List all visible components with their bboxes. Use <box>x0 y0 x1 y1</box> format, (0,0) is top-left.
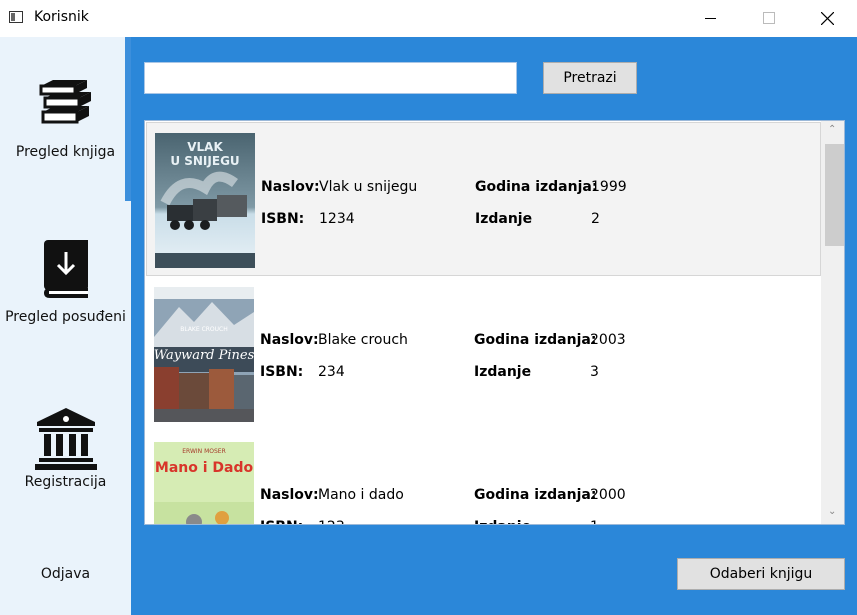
list-item[interactable]: BLAKE CROUCH Wayward Pines Naslov: Blake… <box>146 277 821 431</box>
year-value: 1999 <box>591 179 627 195</box>
sidebar-item-label: Registracija <box>24 474 107 490</box>
scrollbar-thumb[interactable] <box>825 144 844 246</box>
vertical-scrollbar[interactable]: ⌃ ⌄ <box>821 121 844 524</box>
book-cover-image: VLAK U SNIJEGU <box>155 133 255 268</box>
year-value: 2000 <box>590 487 626 503</box>
list-item[interactable]: ERWIN MOSER Mano i Dado Naslov: Mano i d… <box>146 432 821 524</box>
logout-label: Odjava <box>40 566 91 582</box>
title-label: Naslov: <box>260 332 319 348</box>
books-icon <box>39 80 91 124</box>
title-bar: Korisnik <box>0 0 857 37</box>
edition-label: Izdanje <box>475 211 533 227</box>
edition-value: 2 <box>591 211 600 227</box>
edition-label: Izdanje <box>474 364 532 380</box>
download-book-icon <box>43 240 88 298</box>
sidebar-item-label: Pregled knjiga <box>15 144 116 160</box>
isbn-value: 1234 <box>319 211 355 227</box>
scroll-up-icon[interactable]: ⌃ <box>828 124 836 135</box>
sidebar-item-pregled-knjiga[interactable]: Pregled knjiga <box>0 78 131 160</box>
logout-button[interactable]: Odjava <box>0 566 131 582</box>
isbn-label: ISBN: <box>261 211 305 227</box>
isbn-value: 234 <box>318 364 345 380</box>
sidebar-item-pregled-posudeni[interactable]: Pregled posuđeni <box>0 240 131 325</box>
year-label: Godina izdanja: <box>475 179 598 195</box>
svg-text:Mano i Dado: Mano i Dado <box>155 460 254 476</box>
bank-building-icon <box>34 408 97 470</box>
isbn-value: 123 <box>318 519 345 524</box>
svg-text:VLAK: VLAK <box>187 140 223 154</box>
title-label: Naslov: <box>260 487 319 503</box>
app-icon <box>9 11 23 23</box>
list-item[interactable]: VLAK U SNIJEGU Naslov: Vlak u snijegu IS… <box>146 122 821 276</box>
edition-value: 3 <box>590 364 599 380</box>
title-value: Mano i dado <box>318 487 404 503</box>
close-icon <box>821 12 834 25</box>
isbn-label: ISBN: <box>260 519 303 524</box>
title-label: Naslov: <box>261 179 320 195</box>
book-cover-image: ERWIN MOSER Mano i Dado <box>154 442 254 524</box>
sidebar-item-label: Pregled posuđeni <box>5 309 126 325</box>
svg-text:ERWIN MOSER: ERWIN MOSER <box>182 448 225 455</box>
select-book-button[interactable]: Odaberi knjigu <box>677 558 845 590</box>
search-input[interactable] <box>144 62 517 94</box>
svg-text:Wayward Pines: Wayward Pines <box>154 348 254 363</box>
close-button[interactable] <box>804 0 850 37</box>
year-value: 2003 <box>590 332 626 348</box>
title-value: Blake crouch <box>318 332 408 348</box>
year-label: Godina izdanja: <box>474 332 597 348</box>
scroll-down-icon[interactable]: ⌄ <box>828 506 836 517</box>
minimize-button[interactable] <box>688 0 734 37</box>
book-list[interactable]: VLAK U SNIJEGU Naslov: Vlak u snijegu IS… <box>144 120 845 525</box>
edition-value: 1 <box>590 519 599 524</box>
title-value: Vlak u snijegu <box>319 179 418 195</box>
isbn-label: ISBN: <box>260 364 304 380</box>
svg-text:BLAKE CROUCH: BLAKE CROUCH <box>180 326 228 333</box>
window-title: Korisnik <box>34 9 89 25</box>
svg-text:U SNIJEGU: U SNIJEGU <box>170 154 239 168</box>
search-button[interactable]: Pretrazi <box>543 62 637 94</box>
year-label: Godina izdanja: <box>474 487 597 503</box>
edition-label: Izdanje <box>474 519 531 524</box>
book-cover-image: BLAKE CROUCH Wayward Pines <box>154 287 254 422</box>
sidebar-item-registracija[interactable]: Registracija <box>0 408 131 490</box>
maximize-button[interactable] <box>746 0 792 37</box>
